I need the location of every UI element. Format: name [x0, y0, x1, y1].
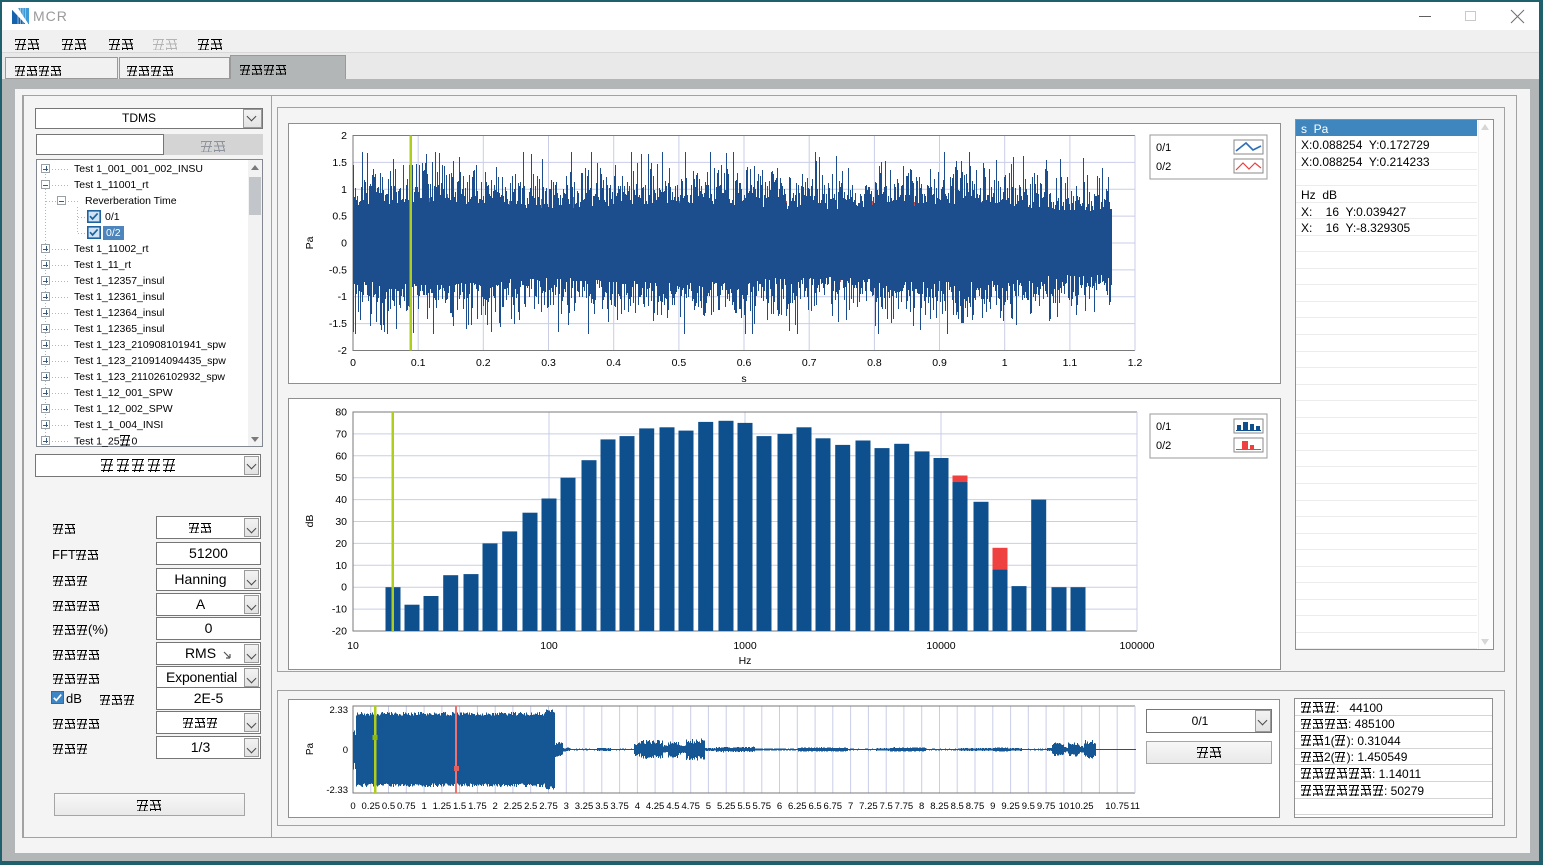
svg-text:1.25: 1.25: [433, 801, 452, 812]
svg-text:0.3: 0.3: [541, 357, 556, 369]
svg-text:0.5: 0.5: [672, 357, 687, 369]
svg-text:4.75: 4.75: [681, 801, 700, 812]
svg-text:1: 1: [1002, 357, 1008, 369]
svg-text:40: 40: [335, 494, 347, 506]
svg-text:10000: 10000: [926, 640, 955, 652]
svg-text:4: 4: [635, 801, 640, 812]
svg-text:-1: -1: [338, 291, 347, 303]
svg-text:80: 80: [335, 407, 347, 419]
svg-text:1.1: 1.1: [1063, 357, 1078, 369]
svg-text:3.25: 3.25: [575, 801, 594, 812]
svg-text:0/2: 0/2: [1156, 440, 1171, 452]
svg-text:7.75: 7.75: [895, 801, 914, 812]
svg-text:3: 3: [564, 801, 569, 812]
svg-text:6.5: 6.5: [808, 801, 821, 812]
svg-text:2.5: 2.5: [524, 801, 537, 812]
svg-text:1: 1: [341, 184, 347, 196]
svg-text:0.5: 0.5: [332, 211, 347, 223]
svg-text:0/1: 0/1: [1156, 421, 1171, 433]
svg-text:5: 5: [706, 801, 711, 812]
svg-text:4.5: 4.5: [666, 801, 679, 812]
svg-text:-0.5: -0.5: [329, 264, 347, 276]
svg-text:0.7: 0.7: [802, 357, 817, 369]
svg-text:5.75: 5.75: [753, 801, 772, 812]
svg-text:7.5: 7.5: [880, 801, 893, 812]
svg-text:0: 0: [350, 801, 355, 812]
svg-text:-10: -10: [332, 604, 347, 616]
svg-text:s: s: [741, 373, 746, 385]
svg-text:dB: dB: [304, 515, 316, 528]
svg-text:10: 10: [347, 640, 359, 652]
svg-text:60: 60: [335, 450, 347, 462]
svg-text:0: 0: [341, 582, 347, 594]
svg-text:8: 8: [919, 801, 924, 812]
svg-text:0.75: 0.75: [397, 801, 416, 812]
svg-text:0.2: 0.2: [476, 357, 491, 369]
svg-text:Pa: Pa: [305, 742, 316, 755]
svg-text:3.75: 3.75: [610, 801, 629, 812]
svg-text:1.5: 1.5: [453, 801, 466, 812]
svg-text:8.5: 8.5: [951, 801, 964, 812]
svg-text:7.25: 7.25: [859, 801, 878, 812]
svg-text:0/2: 0/2: [1156, 161, 1171, 173]
svg-text:10: 10: [1059, 801, 1070, 812]
svg-text:0.4: 0.4: [606, 357, 621, 369]
svg-text:30: 30: [335, 516, 347, 528]
svg-text:0.1: 0.1: [411, 357, 426, 369]
svg-text:100000: 100000: [1119, 640, 1154, 652]
svg-text:-2.33: -2.33: [326, 785, 348, 796]
svg-text:10.25: 10.25: [1070, 801, 1094, 812]
svg-text:0.8: 0.8: [867, 357, 882, 369]
svg-text:1.2: 1.2: [1128, 357, 1143, 369]
svg-text:1000: 1000: [733, 640, 757, 652]
svg-text:1.75: 1.75: [468, 801, 487, 812]
svg-text:9.25: 9.25: [1001, 801, 1020, 812]
svg-text:8.75: 8.75: [966, 801, 985, 812]
svg-text:-2: -2: [338, 345, 347, 357]
svg-text:50: 50: [335, 472, 347, 484]
svg-text:6.25: 6.25: [788, 801, 807, 812]
svg-text:9.75: 9.75: [1037, 801, 1056, 812]
svg-text:10: 10: [335, 560, 347, 572]
svg-text:20: 20: [335, 538, 347, 550]
svg-text:1.5: 1.5: [332, 157, 347, 169]
svg-text:5.5: 5.5: [737, 801, 750, 812]
svg-text:1: 1: [421, 801, 426, 812]
svg-text:7: 7: [848, 801, 853, 812]
svg-text:2.75: 2.75: [539, 801, 558, 812]
svg-text:-1.5: -1.5: [329, 318, 347, 330]
svg-text:5.25: 5.25: [717, 801, 736, 812]
svg-text:2.33: 2.33: [330, 705, 349, 716]
svg-text:100: 100: [540, 640, 558, 652]
svg-text:3.5: 3.5: [595, 801, 608, 812]
svg-text:9.5: 9.5: [1022, 801, 1035, 812]
svg-text:0.25: 0.25: [362, 801, 381, 812]
svg-text:0.9: 0.9: [932, 357, 947, 369]
svg-text:0: 0: [350, 357, 356, 369]
svg-text:-20: -20: [332, 626, 347, 638]
svg-text:10.75: 10.75: [1105, 801, 1129, 812]
svg-text:4.25: 4.25: [646, 801, 665, 812]
svg-text:2: 2: [341, 130, 347, 142]
svg-text:6: 6: [777, 801, 782, 812]
svg-text:2: 2: [493, 801, 498, 812]
svg-text:0/1: 0/1: [1156, 142, 1171, 154]
svg-text:8.25: 8.25: [930, 801, 949, 812]
svg-text:6.75: 6.75: [824, 801, 843, 812]
svg-text:Hz: Hz: [739, 655, 752, 667]
svg-text:11: 11: [1130, 801, 1140, 812]
svg-text:9: 9: [990, 801, 995, 812]
svg-text:70: 70: [335, 428, 347, 440]
svg-text:Pa: Pa: [304, 236, 316, 249]
svg-text:0: 0: [343, 745, 348, 756]
svg-text:0: 0: [341, 238, 347, 250]
svg-text:0.6: 0.6: [737, 357, 752, 369]
svg-text:2.25: 2.25: [504, 801, 523, 812]
svg-text:0.5: 0.5: [382, 801, 395, 812]
